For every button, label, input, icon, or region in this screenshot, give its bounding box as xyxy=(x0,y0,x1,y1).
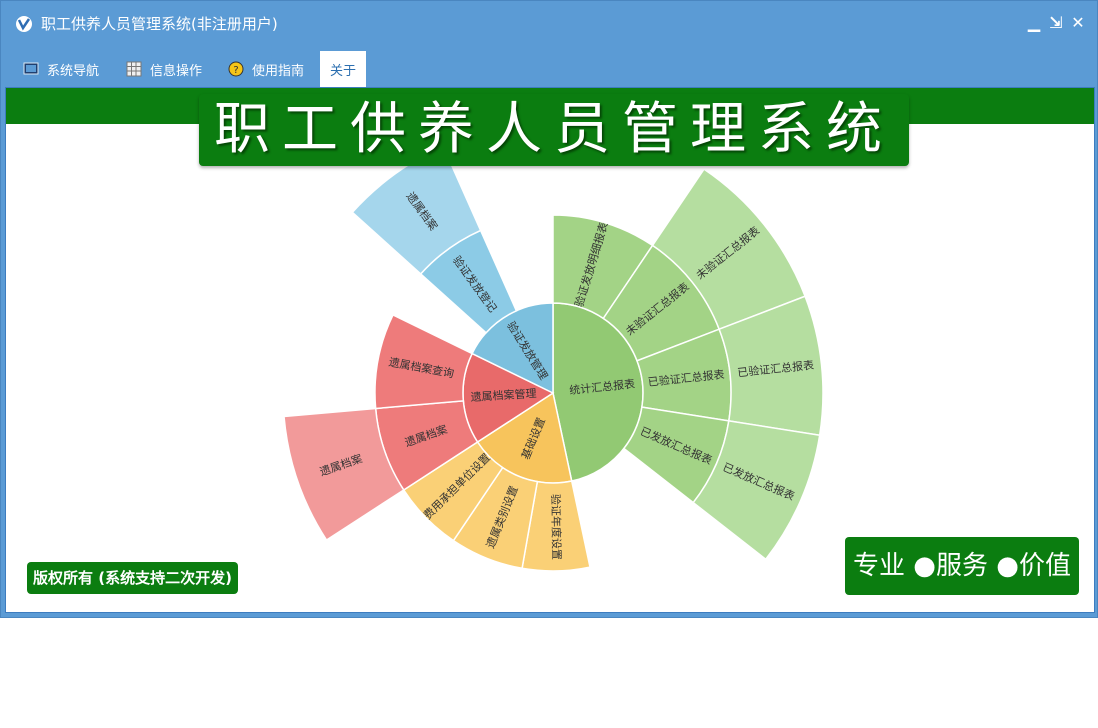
monitor-icon xyxy=(23,62,39,75)
menu-label: 系统导航 xyxy=(47,63,100,79)
title-bar[interactable]: 职工供养人员管理系统(非注册用户) ▁ ⇲ ✕ xyxy=(1,1,1097,47)
menu-bar: 系统导航 信息操作 ? 使用指南 关于 xyxy=(1,51,1097,87)
copyright-badge: 版权所有 (系统支持二次开发) xyxy=(27,562,238,594)
navigation-sunburst: 统计汇总报表基础设置遗属档案管理验证发放管理验证发放明细报表未验证汇总报表已验证… xyxy=(283,145,824,572)
menu-item-system-nav[interactable]: 系统导航 xyxy=(23,51,99,87)
system-title-banner: 职工供养人员管理系统 xyxy=(199,94,909,166)
menu-item-about[interactable]: 关于 xyxy=(320,51,367,87)
menu-label: 使用指南 xyxy=(252,63,305,79)
main-content: 统计汇总报表 基础设置 遗属档案管理 验证发放管理 验证发放明细报表 未验证汇总报表 已验证… xyxy=(5,87,1095,613)
app-logo-icon xyxy=(16,16,32,32)
minimize-button[interactable]: ▁ xyxy=(1025,13,1043,33)
close-button[interactable]: ✕ xyxy=(1069,13,1087,33)
menu-item-user-guide[interactable]: ? 使用指南 xyxy=(228,51,304,87)
help-icon: ? xyxy=(228,61,244,77)
window-title: 职工供养人员管理系统(非注册用户) xyxy=(41,15,278,33)
menu-label: 信息操作 xyxy=(150,63,203,79)
grid-icon xyxy=(126,61,142,77)
menu-label: 关于 xyxy=(330,63,357,79)
slogan-badge: 专业 ●服务 ●价值 xyxy=(845,537,1079,595)
app-window: 职工供养人员管理系统(非注册用户) ▁ ⇲ ✕ 系统导航 信息操作 ? 使用指南 xyxy=(0,0,1098,618)
restore-button[interactable]: ⇲ xyxy=(1047,13,1065,33)
menu-item-info-ops[interactable]: 信息操作 xyxy=(126,51,202,87)
svg-text:?: ? xyxy=(233,65,238,76)
sunburst-middle-segment[interactable]: 遗属档案查询 xyxy=(374,313,474,410)
